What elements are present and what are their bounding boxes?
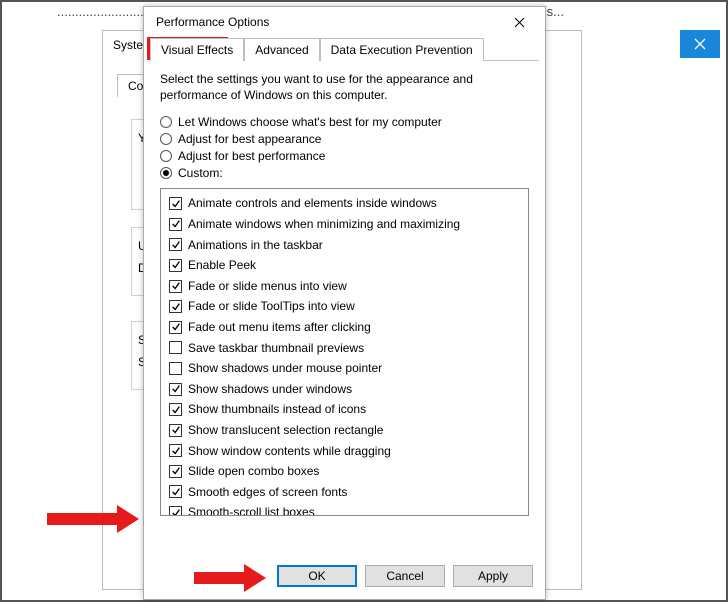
radio-option[interactable]: Let Windows choose what's best for my co… [160, 115, 529, 129]
dialog-title: Performance Options [156, 15, 499, 29]
cancel-button[interactable]: Cancel [365, 565, 445, 587]
check-label: Show shadows under mouse pointer [188, 359, 382, 378]
check-option[interactable]: Fade or slide menus into view [167, 276, 522, 297]
radio-option[interactable]: Adjust for best appearance [160, 132, 529, 146]
check-label: Animate windows when minimizing and maxi… [188, 215, 460, 234]
check-option[interactable]: Show window contents while dragging [167, 441, 522, 462]
checkbox-icon [169, 341, 182, 354]
checkbox-icon [169, 485, 182, 498]
radio-label: Let Windows choose what's best for my co… [178, 115, 442, 129]
tab-strip: Visual EffectsAdvancedData Execution Pre… [150, 37, 539, 61]
check-label: Smooth edges of screen fonts [188, 483, 347, 502]
check-label: Enable Peek [188, 256, 256, 275]
radio-option[interactable]: Adjust for best performance [160, 149, 529, 163]
close-button[interactable] [499, 8, 539, 36]
radio-label: Custom: [178, 166, 223, 180]
check-option[interactable]: Show thumbnails instead of icons [167, 399, 522, 420]
radio-label: Adjust for best performance [178, 149, 325, 163]
check-option[interactable]: Show translucent selection rectangle [167, 420, 522, 441]
effects-listbox[interactable]: Animate controls and elements inside win… [160, 188, 529, 516]
ok-button[interactable]: OK [277, 565, 357, 587]
checkbox-icon [169, 383, 182, 396]
check-label: Fade out menu items after clicking [188, 318, 371, 337]
check-label: Show translucent selection rectangle [188, 421, 383, 440]
check-option[interactable]: Smooth-scroll list boxes [167, 502, 522, 516]
check-label: Animate controls and elements inside win… [188, 194, 437, 213]
checkbox-icon [169, 506, 182, 516]
tab-advanced[interactable]: Advanced [244, 38, 319, 61]
check-option[interactable]: Fade out menu items after clicking [167, 317, 522, 338]
radio-icon [160, 133, 172, 145]
checkbox-icon [169, 465, 182, 478]
check-option[interactable]: Fade or slide ToolTips into view [167, 296, 522, 317]
radio-label: Adjust for best appearance [178, 132, 321, 146]
check-option[interactable]: Smooth edges of screen fonts [167, 482, 522, 503]
check-option[interactable]: Show shadows under windows [167, 379, 522, 400]
check-option[interactable]: Animate windows when minimizing and maxi… [167, 214, 522, 235]
radio-option[interactable]: Custom: [160, 166, 529, 180]
check-option[interactable]: Slide open combo boxes [167, 461, 522, 482]
checkbox-icon [169, 362, 182, 375]
checkbox-icon [169, 424, 182, 437]
check-label: Smooth-scroll list boxes [188, 503, 315, 516]
backdrop-close-button[interactable] [680, 30, 720, 58]
check-label: Fade or slide ToolTips into view [188, 297, 355, 316]
check-option[interactable]: Show shadows under mouse pointer [167, 358, 522, 379]
check-label: Fade or slide menus into view [188, 277, 347, 296]
radio-icon [160, 150, 172, 162]
checkbox-icon [169, 197, 182, 210]
radio-icon [160, 116, 172, 128]
checkbox-icon [169, 321, 182, 334]
tab-content: Select the settings you want to use for … [144, 61, 545, 555]
check-option[interactable]: Save taskbar thumbnail previews [167, 338, 522, 359]
check-option[interactable]: Enable Peek [167, 255, 522, 276]
button-row: OK Cancel Apply [144, 555, 545, 599]
check-label: Animations in the taskbar [188, 236, 323, 255]
apply-button[interactable]: Apply [453, 565, 533, 587]
checkbox-icon [169, 280, 182, 293]
checkbox-icon [169, 238, 182, 251]
check-option[interactable]: Animate controls and elements inside win… [167, 193, 522, 214]
checkbox-icon [169, 259, 182, 272]
check-option[interactable]: Animations in the taskbar [167, 235, 522, 256]
checkbox-icon [169, 444, 182, 457]
check-label: Save taskbar thumbnail previews [188, 339, 364, 358]
close-icon [514, 17, 525, 28]
tab-visual-effects[interactable]: Visual Effects [150, 38, 244, 61]
check-label: Show shadows under windows [188, 380, 352, 399]
performance-options-dialog: Performance Options Visual EffectsAdvanc… [143, 6, 546, 600]
check-label: Show thumbnails instead of icons [188, 400, 366, 419]
check-label: Show window contents while dragging [188, 442, 391, 461]
dialog-titlebar: Performance Options [144, 7, 545, 37]
radio-icon [160, 167, 172, 179]
checkbox-icon [169, 403, 182, 416]
check-label: Slide open combo boxes [188, 462, 319, 481]
checkbox-icon [169, 300, 182, 313]
checkbox-icon [169, 218, 182, 231]
tab-data-execution-prevention[interactable]: Data Execution Prevention [320, 38, 484, 61]
close-icon [694, 38, 706, 50]
intro-text: Select the settings you want to use for … [160, 71, 480, 103]
